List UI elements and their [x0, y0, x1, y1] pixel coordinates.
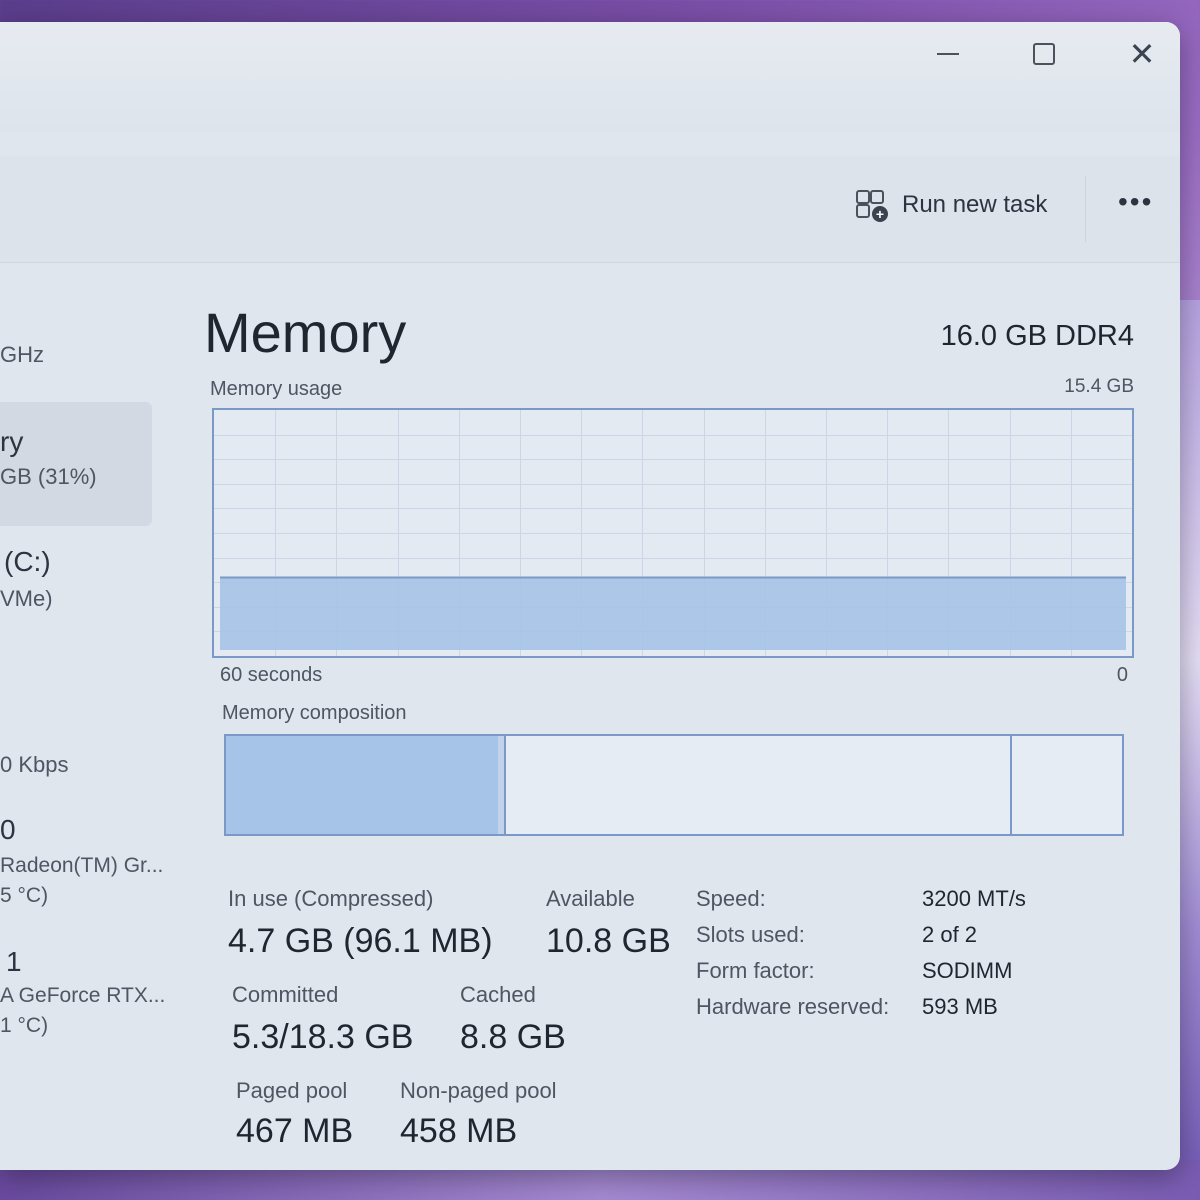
toolbar-separator: [1085, 176, 1086, 242]
sidebar-cpu-speed: GHz: [0, 342, 44, 367]
memory-composition-bar[interactable]: [224, 734, 1124, 836]
title-bar: ✕: [0, 22, 1180, 132]
available-value: 10.8 GB: [546, 922, 671, 960]
hardware-reserved-label: Hardware reserved:: [696, 994, 890, 1019]
sidebar-gpu0-label[interactable]: 0: [0, 814, 16, 846]
slots-label: Slots used:: [696, 922, 805, 947]
memory-usage-max: 15.4 GB: [1064, 376, 1134, 397]
nonpaged-pool-label: Non-paged pool: [400, 1078, 557, 1103]
more-icon: •••: [1118, 186, 1154, 217]
sidebar-disk-type: VMe): [0, 586, 53, 611]
close-button[interactable]: ✕: [1112, 32, 1172, 76]
graph-time-label: 60 seconds: [220, 664, 323, 686]
composition-in-use[interactable]: [226, 736, 500, 834]
run-task-icon: +: [856, 190, 888, 222]
run-new-task-label: Run new task: [902, 191, 1048, 218]
hardware-reserved-value: 593 MB: [922, 994, 998, 1019]
cached-label: Cached: [460, 982, 536, 1007]
composition-standby-divider: [1010, 736, 1012, 834]
memory-usage-graph: [212, 408, 1134, 658]
committed-label: Committed: [232, 982, 339, 1007]
speed-value: 3200 MT/s: [922, 886, 1026, 911]
cached-value: 8.8 GB: [460, 1018, 566, 1056]
minimize-icon: [937, 53, 959, 55]
page-title: Memory: [204, 301, 407, 364]
maximize-button[interactable]: [1014, 32, 1074, 76]
memory-spec: 16.0 GB DDR4: [940, 320, 1134, 352]
sidebar-gpu1-label[interactable]: 1: [6, 946, 22, 978]
memory-composition-label: Memory composition: [222, 702, 407, 724]
paged-pool-value: 467 MB: [236, 1112, 354, 1150]
toolbar: + Run new task •••: [0, 156, 1180, 263]
maximize-icon: [1033, 43, 1055, 65]
available-label: Available: [546, 886, 635, 911]
more-options-button[interactable]: •••: [1118, 186, 1153, 218]
sidebar-gpu0-temp: 5 °C): [0, 884, 49, 907]
sidebar-gpu0-name: Radeon(TM) Gr...: [0, 854, 164, 877]
sidebar-disk-label[interactable]: (C:): [4, 546, 51, 578]
in-use-label: In use (Compressed): [228, 886, 434, 911]
speed-label: Speed:: [696, 886, 766, 911]
task-manager-window: ✕ + Run new task ••• GHz ry GB (31%) (C:…: [0, 22, 1180, 1170]
close-icon: ✕: [1128, 36, 1156, 72]
form-factor-value: SODIMM: [922, 958, 1013, 983]
memory-usage-label: Memory usage: [210, 378, 343, 400]
performance-sidebar: GHz ry GB (31%) (C:) VMe) 0 Kbps 0 Radeo…: [0, 262, 175, 1162]
minimize-button[interactable]: [918, 32, 978, 76]
graph-time-end: 0: [1116, 664, 1128, 686]
sidebar-memory-label: ry: [0, 426, 24, 457]
form-factor-label: Form factor:: [696, 958, 815, 983]
in-use-value: 4.7 GB (96.1 MB): [228, 922, 493, 960]
run-new-task-button[interactable]: + Run new task: [856, 190, 1048, 222]
sidebar-memory-value: GB (31%): [0, 464, 97, 489]
memory-usage-chart: [214, 410, 1132, 656]
sidebar-ethernet-value[interactable]: 0 Kbps: [0, 752, 69, 778]
usage-area: [220, 577, 1126, 650]
sidebar-gpu1-temp: 1 °C): [0, 1014, 49, 1037]
sidebar-gpu1-name: A GeForce RTX...: [0, 984, 166, 1007]
committed-value: 5.3/18.3 GB: [232, 1018, 414, 1056]
slots-value: 2 of 2: [922, 922, 978, 947]
composition-modified[interactable]: [498, 736, 506, 834]
paged-pool-label: Paged pool: [236, 1078, 348, 1103]
nonpaged-pool-value: 458 MB: [400, 1112, 518, 1150]
